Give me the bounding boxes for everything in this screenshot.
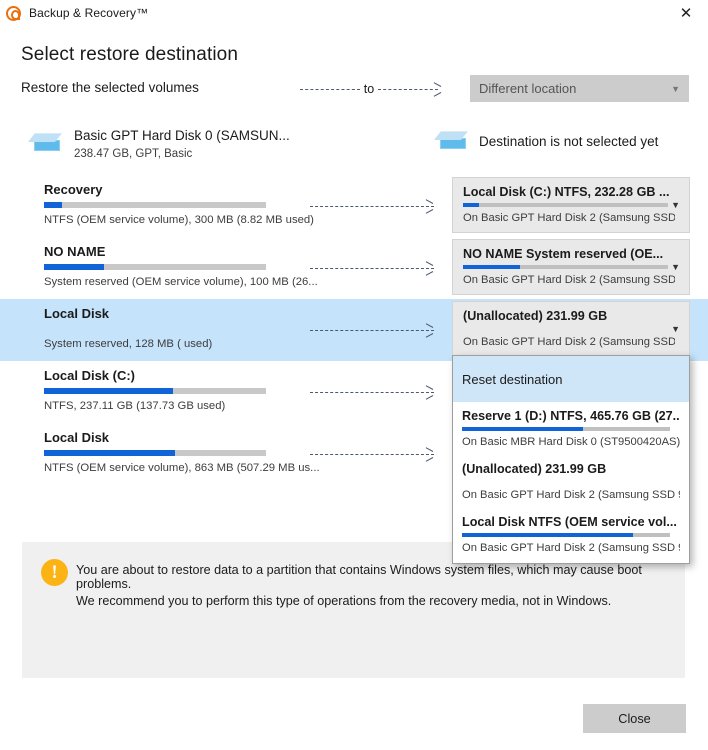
volume-name: Local Disk bbox=[44, 306, 110, 321]
dropdown-item[interactable]: Reserve 1 (D:) NTFS, 465.76 GB (27... On … bbox=[453, 402, 689, 455]
destination-name: NO NAME System reserved (OE... bbox=[463, 247, 664, 261]
volume-name: Recovery bbox=[44, 182, 103, 197]
location-select-value: Different location bbox=[479, 81, 577, 96]
source-volume[interactable]: NO NAME System reserved (OEM service volu… bbox=[44, 244, 318, 288]
chevron-down-icon[interactable]: ▼ bbox=[671, 324, 680, 334]
dashed-line bbox=[310, 391, 434, 393]
volume-details: NTFS, 237.11 GB (137.73 GB used) bbox=[44, 400, 226, 412]
destination-combobox-1[interactable]: NO NAME System reserved (OE... On Basic G… bbox=[452, 239, 690, 295]
disk-icon bbox=[28, 132, 63, 154]
page-title: Select restore destination bbox=[21, 44, 238, 65]
dropdown-item[interactable]: Local Disk NTFS (OEM service vol... On Ba… bbox=[453, 508, 689, 561]
chevron-down-icon[interactable]: ▼ bbox=[671, 262, 680, 272]
dashed-line-right bbox=[378, 88, 438, 90]
volume-details: System reserved, 128 MB ( used) bbox=[44, 338, 213, 350]
dropdown-item-details: On Basic GPT Hard Disk 2 (Samsung SSD 98… bbox=[462, 489, 680, 501]
source-volume[interactable]: Recovery NTFS (OEM service volume), 300 M… bbox=[44, 182, 314, 226]
dashed-line bbox=[310, 267, 434, 269]
app-title: Backup & Recovery™ bbox=[29, 6, 149, 20]
destination-details: On Basic GPT Hard Disk 2 (Samsung SSD ..… bbox=[463, 336, 675, 348]
disk-icon bbox=[434, 130, 469, 152]
row-arrow-connector bbox=[310, 449, 434, 459]
volume-details: NTFS (OEM service volume), 863 MB (507.2… bbox=[44, 462, 320, 474]
volume-name: Local Disk bbox=[44, 430, 110, 445]
destination-details: On Basic GPT Hard Disk 2 (Samsung SSD ..… bbox=[463, 212, 675, 224]
volume-name: NO NAME bbox=[44, 244, 106, 259]
dropdown-item-name: (Unallocated) 231.99 GB bbox=[462, 462, 607, 476]
dashed-line-left bbox=[300, 88, 360, 90]
destination-name: Local Disk (C:) NTFS, 232.28 GB ... bbox=[463, 185, 670, 199]
destination-disk-header: Destination is not selected yet bbox=[434, 130, 658, 152]
volume-details: NTFS (OEM service volume), 300 MB (8.82 … bbox=[44, 214, 314, 226]
destination-usage-bar bbox=[463, 265, 668, 269]
window-titlebar: Backup & Recovery™ ✕ bbox=[0, 0, 708, 26]
source-volume[interactable]: Local Disk (C:) NTFS, 237.11 GB (137.73 G… bbox=[44, 368, 266, 412]
dropdown-item-reset-destination[interactable]: Reset destination bbox=[453, 356, 689, 402]
row-arrow-connector bbox=[310, 387, 434, 397]
destination-combobox-0[interactable]: Local Disk (C:) NTFS, 232.28 GB ... On Ba… bbox=[452, 177, 690, 233]
row-arrow-connector bbox=[310, 201, 434, 211]
destination-status-label: Destination is not selected yet bbox=[479, 133, 659, 149]
dropdown-item-name: Local Disk NTFS (OEM service vol... bbox=[462, 515, 677, 529]
volume-usage-bar bbox=[44, 388, 266, 394]
volume-name: Local Disk (C:) bbox=[44, 368, 136, 383]
row-arrow-connector bbox=[310, 325, 434, 335]
recovery-circle-icon bbox=[6, 5, 21, 21]
dropdown-item-name: Reserve 1 (D:) NTFS, 465.76 GB (27... bbox=[462, 409, 680, 423]
connector-label: to bbox=[363, 82, 375, 96]
header-arrow-connector: to bbox=[300, 80, 440, 98]
table-row[interactable]: Local Disk System reserved, 128 MB ( used… bbox=[0, 299, 708, 361]
volume-usage-bar bbox=[44, 202, 266, 208]
row-arrow-connector bbox=[310, 263, 434, 273]
warning-text-primary: You are about to restore data to a parti… bbox=[76, 563, 642, 591]
source-disk-header: Basic GPT Hard Disk 0 (SAMSUN... 238.47 … bbox=[28, 128, 290, 160]
warning-icon: ! bbox=[41, 559, 68, 586]
volume-usage-bar bbox=[44, 450, 266, 456]
close-button[interactable]: Close bbox=[583, 704, 686, 733]
dropdown-item-usage-bar bbox=[462, 427, 670, 431]
chevron-down-icon: ▼ bbox=[671, 83, 680, 94]
location-select[interactable]: Different location ▼ bbox=[470, 75, 689, 102]
dropdown-item-details: On Basic GPT Hard Disk 2 (Samsung SSD 98… bbox=[462, 542, 680, 554]
volume-details: System reserved (OEM service volume), 10… bbox=[44, 276, 318, 288]
dropdown-item-usage-bar bbox=[462, 533, 670, 537]
source-disk-details: 238.47 GB, GPT, Basic bbox=[74, 147, 193, 160]
page-subtitle: Restore the selected volumes bbox=[21, 80, 199, 95]
dashed-line bbox=[310, 205, 434, 207]
destination-dropdown-panel: Reset destination Reserve 1 (D:) NTFS, 4… bbox=[452, 355, 690, 564]
source-volume[interactable]: Local Disk System reserved, 128 MB ( used… bbox=[44, 306, 266, 350]
table-row[interactable]: Recovery NTFS (OEM service volume), 300 M… bbox=[0, 175, 708, 237]
source-disk-name: Basic GPT Hard Disk 0 (SAMSUN... bbox=[74, 128, 290, 143]
chevron-down-icon[interactable]: ▼ bbox=[671, 200, 680, 210]
destination-details: On Basic GPT Hard Disk 2 (Samsung SSD ..… bbox=[463, 274, 675, 286]
warning-text-secondary: We recommend you to perform this type of… bbox=[76, 594, 612, 608]
destination-combobox-2[interactable]: (Unallocated) 231.99 GB On Basic GPT Hard… bbox=[452, 301, 690, 357]
destination-name: (Unallocated) 231.99 GB bbox=[463, 309, 608, 323]
reset-destination-label: Reset destination bbox=[462, 371, 563, 387]
volume-usage-bar bbox=[44, 264, 266, 270]
table-row[interactable]: NO NAME System reserved (OEM service volu… bbox=[0, 237, 708, 299]
destination-usage-bar bbox=[463, 203, 668, 207]
dropdown-item-details: On Basic MBR Hard Disk 0 (ST9500420AS) bbox=[462, 436, 680, 448]
dashed-line bbox=[310, 453, 434, 455]
dashed-line bbox=[310, 329, 434, 331]
dropdown-item[interactable]: (Unallocated) 231.99 GB On Basic GPT Hard… bbox=[453, 455, 689, 508]
close-icon[interactable]: ✕ bbox=[664, 0, 708, 26]
source-volume[interactable]: Local Disk NTFS (OEM service volume), 863… bbox=[44, 430, 320, 474]
